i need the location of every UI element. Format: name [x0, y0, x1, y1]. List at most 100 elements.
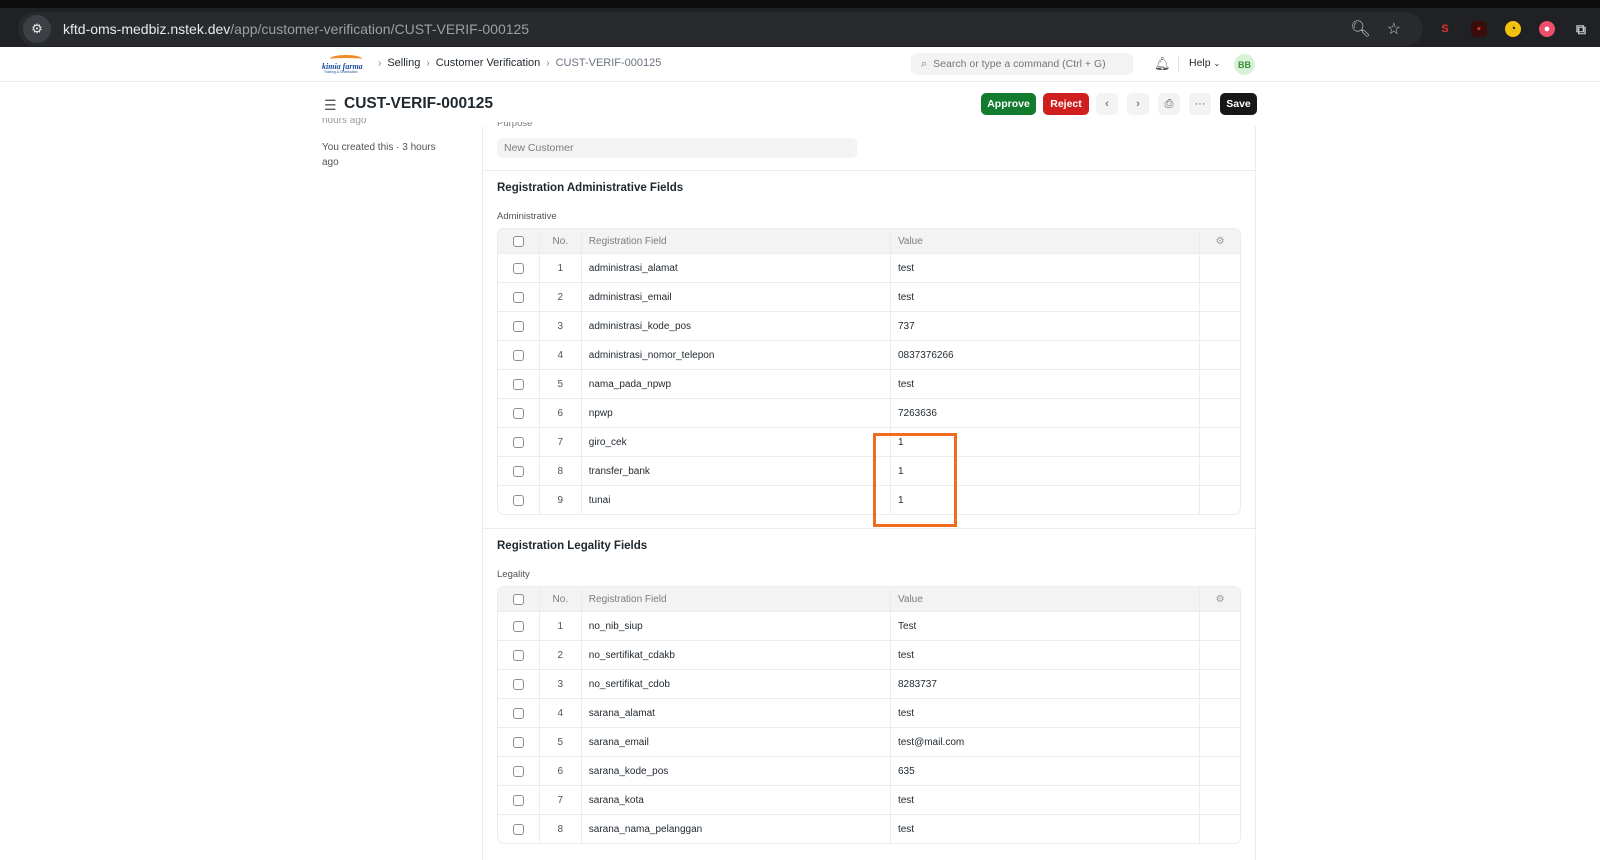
row-checkbox[interactable]	[512, 620, 524, 632]
table-row[interactable]: 2 administrasi_email test	[498, 282, 1240, 311]
address-bar[interactable]: ⚙ kftd-oms-medbiz.nstek.dev/app/customer…	[18, 12, 1423, 46]
row-checkbox[interactable]	[512, 765, 524, 777]
value-cell[interactable]: 7263636	[891, 399, 1201, 427]
registration-field-cell[interactable]: transfer_bank	[582, 457, 891, 485]
reject-button[interactable]: Reject	[1043, 93, 1089, 115]
row-edit-cell[interactable]	[1200, 641, 1240, 669]
value-cell[interactable]: test	[891, 283, 1201, 311]
registration-field-cell[interactable]: sarana_alamat	[582, 699, 891, 727]
row-edit-cell[interactable]	[1200, 786, 1240, 814]
row-checkbox[interactable]	[512, 291, 524, 303]
row-checkbox[interactable]	[512, 794, 524, 806]
row-checkbox[interactable]	[512, 378, 524, 390]
row-checkbox[interactable]	[512, 320, 524, 332]
breadcrumb-selling[interactable]: Selling	[387, 57, 420, 69]
value-cell[interactable]: test	[891, 815, 1201, 843]
registration-field-cell[interactable]: sarana_kota	[582, 786, 891, 814]
row-checkbox[interactable]	[512, 465, 524, 477]
select-all-checkbox[interactable]	[512, 235, 524, 247]
row-edit-cell[interactable]	[1200, 457, 1240, 485]
table-row[interactable]: 7 sarana_kota test	[498, 785, 1240, 814]
more-actions-button[interactable]: ···	[1189, 93, 1211, 115]
row-edit-cell[interactable]	[1200, 254, 1240, 282]
row-edit-cell[interactable]	[1200, 341, 1240, 369]
row-edit-cell[interactable]	[1200, 486, 1240, 514]
extension-clock-icon[interactable]: ◔	[1505, 21, 1521, 37]
registration-field-cell[interactable]: giro_cek	[582, 428, 891, 456]
registration-field-cell[interactable]: no_sertifikat_cdakb	[582, 641, 891, 669]
table-row[interactable]: 1 no_nib_siup Test	[498, 611, 1240, 640]
registration-field-cell[interactable]: nama_pada_npwp	[582, 370, 891, 398]
row-checkbox[interactable]	[512, 436, 524, 448]
row-edit-cell[interactable]	[1200, 728, 1240, 756]
row-edit-cell[interactable]	[1200, 283, 1240, 311]
extension-s-icon[interactable]: S	[1437, 21, 1453, 37]
column-settings-icon[interactable]: ⚙	[1200, 587, 1240, 611]
table-row[interactable]: 8 transfer_bank 1	[498, 456, 1240, 485]
value-cell[interactable]: 737	[891, 312, 1201, 340]
registration-field-cell[interactable]: sarana_email	[582, 728, 891, 756]
row-edit-cell[interactable]	[1200, 612, 1240, 640]
previous-doc-button[interactable]: ‹	[1096, 93, 1118, 115]
value-cell[interactable]: test	[891, 254, 1201, 282]
extensions-puzzle-icon[interactable]: ⧉	[1573, 21, 1589, 37]
registration-field-cell[interactable]: tunai	[582, 486, 891, 514]
row-checkbox[interactable]	[512, 707, 524, 719]
search-input[interactable]	[933, 58, 1124, 70]
url-text[interactable]: kftd-oms-medbiz.nstek.dev/app/customer-v…	[63, 21, 529, 37]
next-doc-button[interactable]: ›	[1127, 93, 1149, 115]
table-row[interactable]: 8 sarana_nama_pelanggan test	[498, 814, 1240, 843]
breadcrumb-customer-verification[interactable]: Customer Verification	[436, 57, 541, 69]
kimia-farma-logo[interactable]: kimia farma Trading & Distribution	[322, 55, 368, 75]
purpose-field[interactable]: New Customer	[497, 138, 857, 158]
row-edit-cell[interactable]	[1200, 399, 1240, 427]
user-avatar[interactable]: BB	[1234, 54, 1255, 75]
save-button[interactable]: Save	[1220, 93, 1257, 115]
value-cell[interactable]: test@mail.com	[891, 728, 1201, 756]
site-settings-icon[interactable]: ⚙	[23, 15, 51, 43]
row-checkbox[interactable]	[512, 823, 524, 835]
table-row[interactable]: 4 sarana_alamat test	[498, 698, 1240, 727]
row-edit-cell[interactable]	[1200, 370, 1240, 398]
table-row[interactable]: 9 tunai 1	[498, 485, 1240, 514]
select-all-checkbox[interactable]	[512, 593, 524, 605]
extension-pink-icon[interactable]: ●	[1539, 21, 1555, 37]
row-checkbox[interactable]	[512, 494, 524, 506]
registration-field-cell[interactable]: administrasi_nomor_telepon	[582, 341, 891, 369]
help-dropdown[interactable]: Help ⌄	[1189, 57, 1220, 69]
table-row[interactable]: 6 npwp 7263636	[498, 398, 1240, 427]
value-cell[interactable]: 635	[891, 757, 1201, 785]
table-row[interactable]: 6 sarana_kode_pos 635	[498, 756, 1240, 785]
table-row[interactable]: 5 nama_pada_npwp test	[498, 369, 1240, 398]
row-edit-cell[interactable]	[1200, 815, 1240, 843]
value-cell[interactable]: test	[891, 370, 1201, 398]
print-button[interactable]: ⎙	[1158, 93, 1180, 115]
table-row[interactable]: 4 administrasi_nomor_telepon 0837376266	[498, 340, 1240, 369]
extension-record-icon[interactable]: ▪	[1471, 21, 1487, 37]
table-row[interactable]: 3 administrasi_kode_pos 737	[498, 311, 1240, 340]
registration-field-cell[interactable]: no_nib_siup	[582, 612, 891, 640]
table-row[interactable]: 3 no_sertifikat_cdob 8283737	[498, 669, 1240, 698]
row-checkbox[interactable]	[512, 262, 524, 274]
table-row[interactable]: 1 administrasi_alamat test	[498, 253, 1240, 282]
row-checkbox[interactable]	[512, 407, 524, 419]
registration-field-cell[interactable]: npwp	[582, 399, 891, 427]
row-checkbox[interactable]	[512, 649, 524, 661]
notification-bell-icon[interactable]: 🔔︎	[1154, 56, 1171, 72]
registration-field-cell[interactable]: no_sertifikat_cdob	[582, 670, 891, 698]
value-cell[interactable]: test	[891, 786, 1201, 814]
registration-field-cell[interactable]: sarana_nama_pelanggan	[582, 815, 891, 843]
registration-field-cell[interactable]: administrasi_kode_pos	[582, 312, 891, 340]
value-cell[interactable]: 0837376266	[891, 341, 1201, 369]
table-row[interactable]: 2 no_sertifikat_cdakb test	[498, 640, 1240, 669]
row-edit-cell[interactable]	[1200, 428, 1240, 456]
table-row[interactable]: 5 sarana_email test@mail.com	[498, 727, 1240, 756]
approve-button[interactable]: Approve	[981, 93, 1036, 115]
registration-field-cell[interactable]: administrasi_email	[582, 283, 891, 311]
row-edit-cell[interactable]	[1200, 670, 1240, 698]
sidebar-toggle-icon[interactable]: ☰	[324, 97, 337, 114]
zoom-icon[interactable]: 🔍︎	[1350, 19, 1370, 39]
registration-field-cell[interactable]: sarana_kode_pos	[582, 757, 891, 785]
value-cell[interactable]: test	[891, 699, 1201, 727]
value-cell[interactable]: Test	[891, 612, 1201, 640]
